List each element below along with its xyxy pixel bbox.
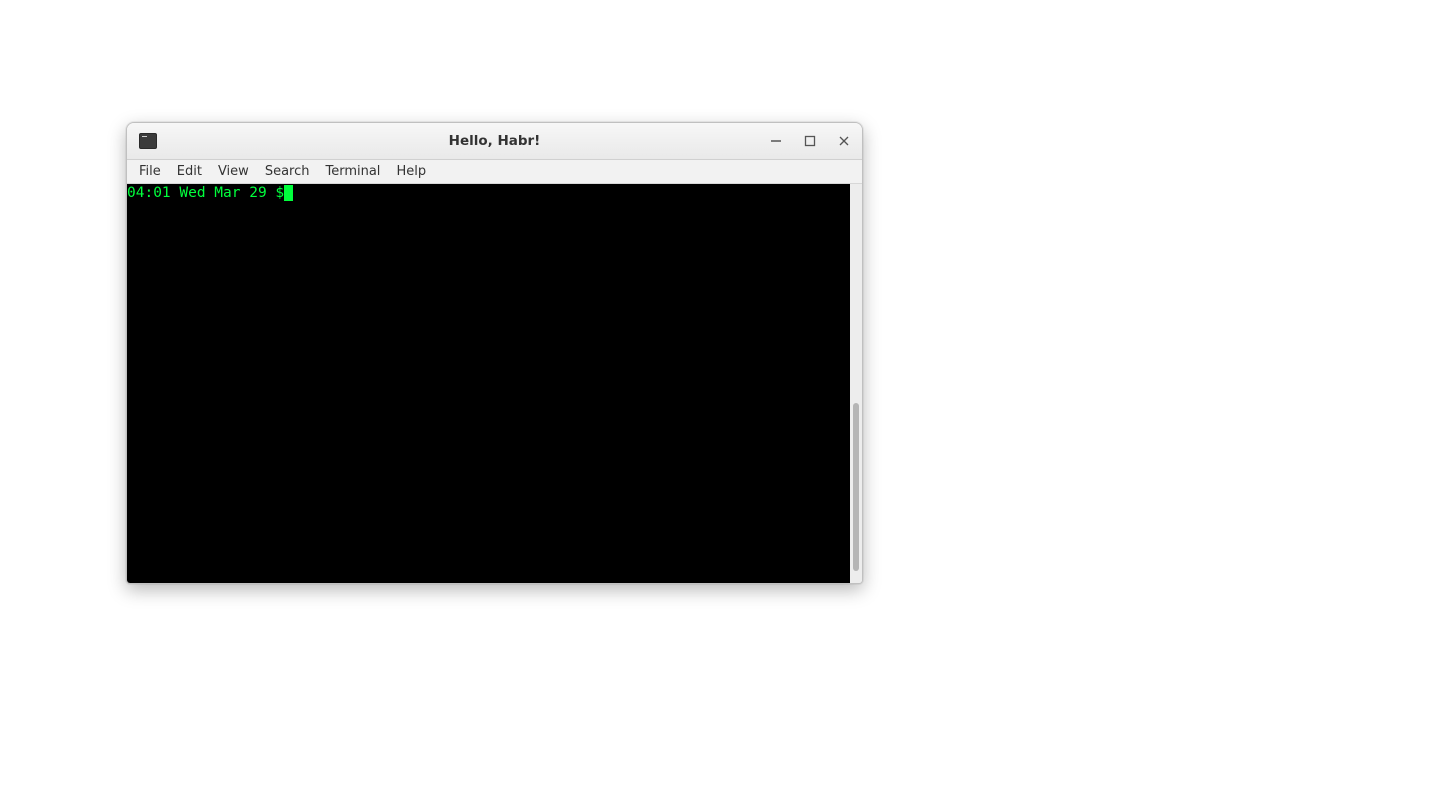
menu-edit[interactable]: Edit	[169, 162, 210, 181]
close-button[interactable]	[834, 131, 854, 151]
minimize-icon	[770, 135, 782, 147]
maximize-icon	[804, 135, 816, 147]
titlebar[interactable]: Hello, Habr!	[127, 123, 862, 160]
scrollbar-thumb[interactable]	[853, 403, 859, 571]
terminal-container: 04:01 Wed Mar 29 $	[127, 184, 862, 583]
terminal-area[interactable]: 04:01 Wed Mar 29 $	[127, 184, 850, 583]
close-icon	[838, 135, 850, 147]
window-title: Hello, Habr!	[127, 133, 862, 149]
terminal-icon	[139, 133, 157, 149]
menu-view[interactable]: View	[210, 162, 257, 181]
window-controls	[766, 131, 862, 151]
scrollbar[interactable]	[850, 184, 862, 583]
menu-terminal[interactable]: Terminal	[317, 162, 388, 181]
maximize-button[interactable]	[800, 131, 820, 151]
menu-search[interactable]: Search	[257, 162, 318, 181]
terminal-window: Hello, Habr! File Edit View	[126, 122, 863, 584]
cursor-block	[284, 185, 293, 201]
minimize-button[interactable]	[766, 131, 786, 151]
prompt-line: 04:01 Wed Mar 29 $	[127, 184, 850, 202]
menu-help[interactable]: Help	[388, 162, 434, 181]
menu-file[interactable]: File	[131, 162, 169, 181]
prompt-text: 04:01 Wed Mar 29 $	[127, 185, 284, 201]
menubar: File Edit View Search Terminal Help	[127, 160, 862, 184]
